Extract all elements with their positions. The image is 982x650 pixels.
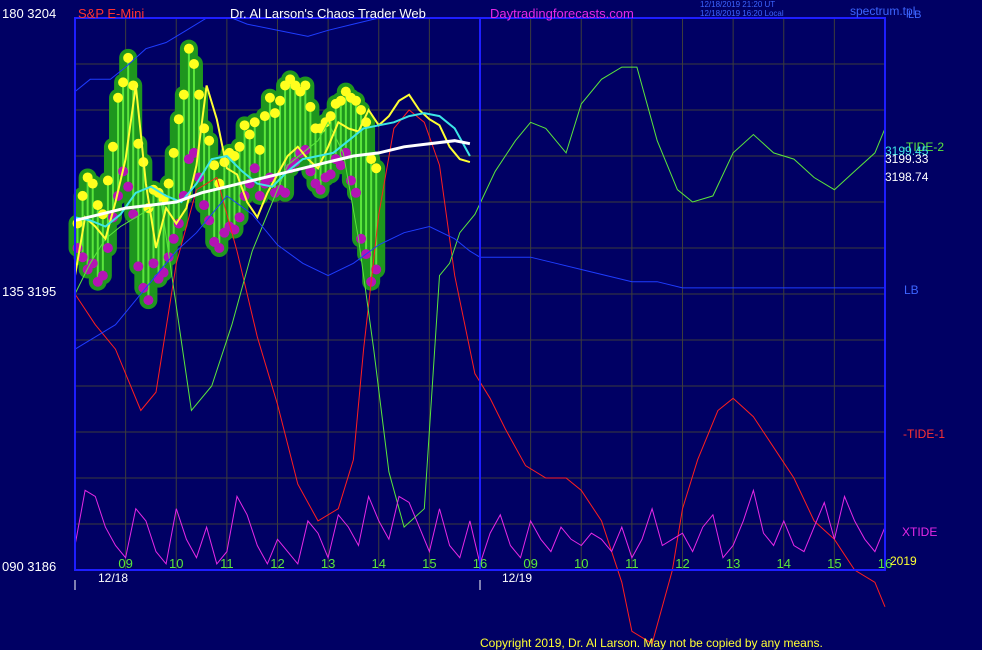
high-dot bbox=[259, 111, 270, 122]
high-dot bbox=[204, 135, 215, 146]
timestamp-ut: 12/18/2019 21:20 UT bbox=[700, 0, 776, 9]
date-label-2: 12/19 bbox=[502, 571, 533, 585]
high-dot bbox=[118, 77, 129, 88]
low-dot bbox=[143, 295, 154, 306]
high-dot bbox=[102, 175, 113, 186]
high-dot bbox=[300, 80, 311, 91]
hour-tick-label: 13 bbox=[726, 556, 740, 571]
site-link[interactable]: Daytradingforecasts.com bbox=[490, 7, 634, 20]
lb-label-top: LB bbox=[908, 9, 922, 21]
low-dot bbox=[325, 169, 336, 180]
low-dot bbox=[102, 243, 113, 253]
timestamp-local: 12/18/2019 16:20 Local bbox=[700, 9, 784, 18]
chart-title: Dr. Al Larson's Chaos Trader Web bbox=[230, 6, 426, 21]
high-dot bbox=[254, 144, 265, 155]
high-dot bbox=[305, 101, 316, 112]
high-dot bbox=[371, 163, 382, 174]
high-dot bbox=[178, 89, 189, 100]
high-dot bbox=[239, 120, 250, 131]
low-dot bbox=[249, 163, 260, 174]
low-dot bbox=[254, 190, 265, 201]
high-dot bbox=[168, 147, 179, 158]
hour-tick-label: 10 bbox=[169, 556, 183, 571]
hour-tick-label: 15 bbox=[422, 556, 436, 571]
hour-tick-label: 12 bbox=[270, 556, 284, 571]
hour-tick-label: 11 bbox=[220, 556, 234, 571]
xtide-label: XTIDE bbox=[902, 525, 938, 539]
date-label-1: 12/18 bbox=[98, 571, 129, 585]
axis-label-mid: 135 3195 bbox=[2, 284, 57, 299]
low-dot bbox=[168, 233, 179, 244]
low-dot bbox=[335, 160, 346, 171]
high-dot bbox=[163, 178, 174, 189]
price-label-c: 3198.74 bbox=[885, 170, 929, 184]
low-dot bbox=[97, 270, 108, 281]
high-dot bbox=[234, 141, 245, 152]
low-dot bbox=[123, 181, 134, 192]
high-dot bbox=[275, 95, 286, 106]
x-axis-ticks: 09 10 11 12 13 14 15 16 09 10 11 12 13 14 15 16 bbox=[74, 556, 892, 590]
high-dot bbox=[325, 111, 336, 122]
low-dot bbox=[148, 258, 159, 269]
high-dot bbox=[350, 95, 361, 106]
high-dot bbox=[356, 105, 367, 115]
low-dot bbox=[128, 209, 139, 220]
hour-tick-label: 11 bbox=[625, 556, 639, 571]
high-dot bbox=[113, 92, 124, 103]
low-dot bbox=[234, 212, 245, 223]
hour-tick-label: 12 bbox=[675, 556, 689, 571]
hour-tick-label: 09 bbox=[118, 556, 132, 571]
high-dot bbox=[77, 190, 88, 201]
low-dot bbox=[133, 261, 144, 272]
template-file: spectrum.tpl bbox=[850, 4, 916, 18]
high-dot bbox=[269, 108, 280, 119]
hour-tick-label: 15 bbox=[827, 556, 841, 571]
low-dot bbox=[199, 200, 210, 211]
year-label: 2019 bbox=[890, 554, 917, 568]
hour-tick-label: 16 bbox=[473, 556, 487, 571]
high-dot bbox=[194, 89, 205, 100]
price-label-b: 3199.33 bbox=[885, 152, 929, 166]
hour-tick-label: 09 bbox=[523, 556, 537, 571]
copyright: Copyright 2019, Dr. Al Larson. May not b… bbox=[480, 636, 823, 650]
low-dot bbox=[315, 184, 326, 195]
high-dot bbox=[249, 117, 260, 128]
tide1-label: -TIDE-1 bbox=[903, 427, 945, 441]
instrument-name: S&P E-Mini bbox=[78, 6, 145, 21]
hour-tick-label: 13 bbox=[321, 556, 335, 571]
hour-tick-label: 14 bbox=[777, 556, 791, 571]
high-dot bbox=[335, 95, 346, 106]
high-dot bbox=[92, 200, 103, 211]
axis-label-top: 180 3204 bbox=[2, 6, 57, 21]
high-dot bbox=[173, 114, 184, 125]
lb-label-mid: LB bbox=[904, 283, 919, 297]
low-dot bbox=[350, 187, 361, 198]
low-dot bbox=[158, 267, 169, 278]
high-dot bbox=[183, 43, 194, 54]
axis-label-bottom: 090 3186 bbox=[2, 559, 57, 574]
hour-tick-label: 14 bbox=[372, 556, 386, 571]
high-dot bbox=[107, 141, 118, 152]
low-dot bbox=[214, 243, 225, 253]
high-dot bbox=[264, 92, 275, 103]
chart-canvas: 09 10 11 12 13 14 15 16 09 10 11 12 13 14 15 16 bbox=[68, 17, 892, 645]
hour-tick-label: 10 bbox=[574, 556, 588, 571]
high-dot bbox=[87, 178, 98, 189]
low-dot bbox=[280, 187, 291, 198]
high-dot bbox=[188, 59, 199, 69]
high-dot bbox=[244, 129, 255, 140]
